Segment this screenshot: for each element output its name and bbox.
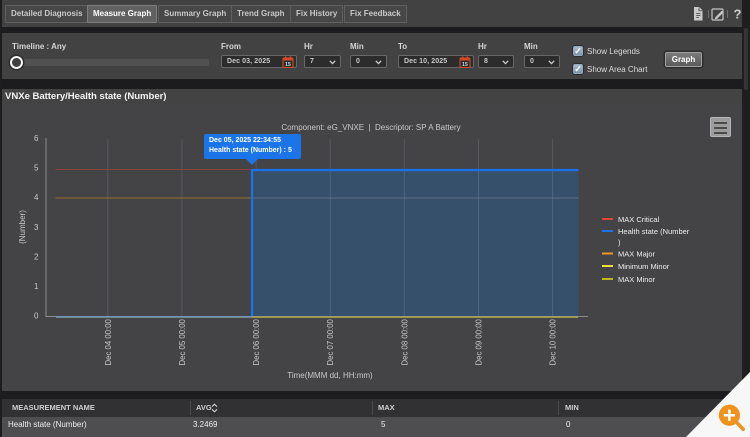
svg-text:MAX Minor: MAX Minor: [618, 275, 656, 284]
svg-text:Dec 09 00:00: Dec 09 00:00: [475, 318, 484, 365]
svg-text:): ): [618, 238, 621, 247]
svg-text:0: 0: [34, 312, 39, 321]
svg-text:15: 15: [462, 62, 468, 68]
svg-text:Dec 10 00:00: Dec 10 00:00: [549, 318, 558, 365]
svg-text:?: ?: [734, 7, 742, 22]
svg-text:5: 5: [34, 164, 39, 173]
svg-text:1: 1: [34, 282, 39, 291]
svg-text:Dec 08 00:00: Dec 08 00:00: [400, 318, 409, 365]
svg-text:Dec 05 00:00: Dec 05 00:00: [178, 318, 187, 365]
svg-text:Dec 04 00:00: Dec 04 00:00: [104, 318, 113, 365]
svg-text:Dec 07 00:00: Dec 07 00:00: [326, 318, 335, 365]
svg-text:3: 3: [34, 223, 39, 232]
svg-text:MAX Major: MAX Major: [618, 250, 656, 259]
svg-text:2: 2: [34, 252, 39, 261]
svg-text:15: 15: [285, 62, 291, 68]
svg-text:Dec 06 00:00: Dec 06 00:00: [252, 318, 261, 365]
svg-text:4: 4: [34, 193, 39, 202]
svg-text:Health state (Number: Health state (Number: [618, 227, 690, 236]
svg-text:Time(MMM dd, HH:mm): Time(MMM dd, HH:mm): [287, 371, 373, 380]
svg-text:(Number): (Number): [18, 210, 27, 244]
svg-text:MAX Critical: MAX Critical: [618, 215, 660, 224]
svg-text:Minimum Minor: Minimum Minor: [618, 262, 670, 271]
svg-text:6: 6: [34, 134, 39, 143]
